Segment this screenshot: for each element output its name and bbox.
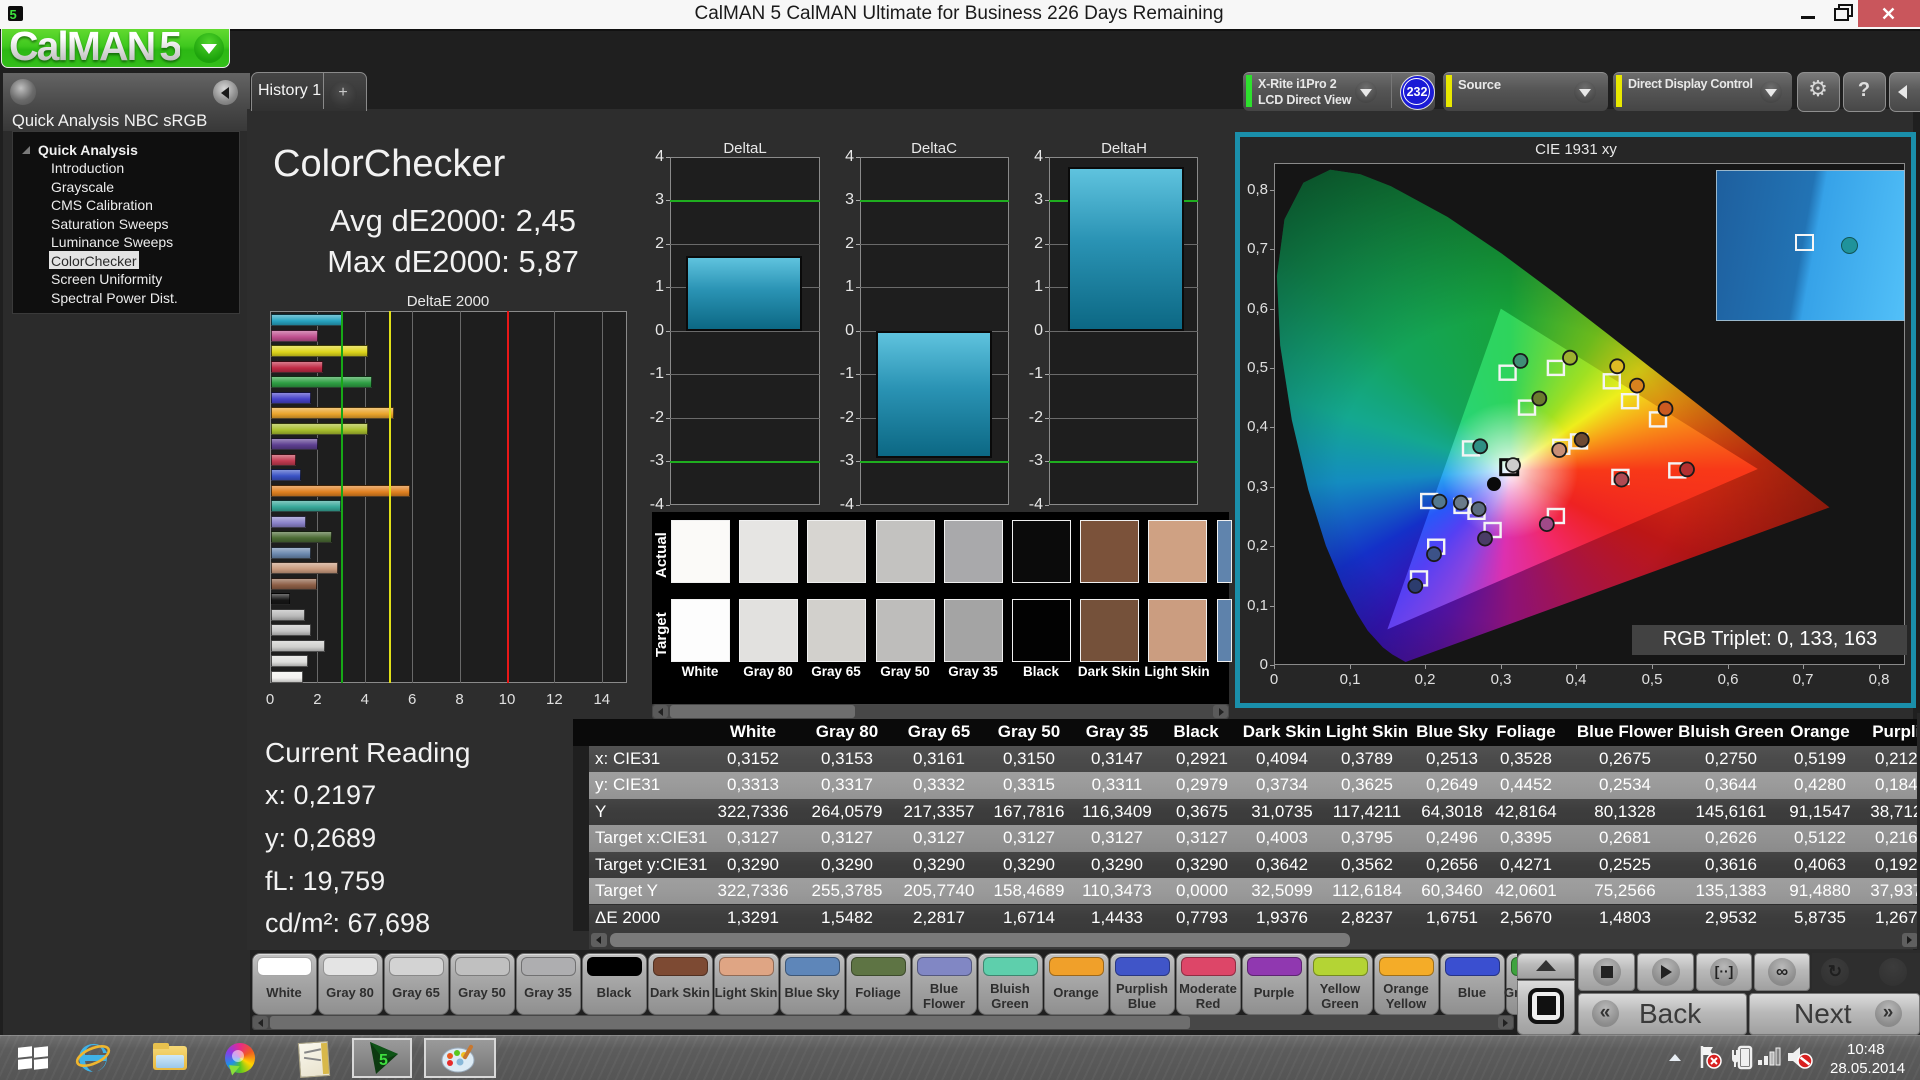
svg-text:5: 5 (379, 1052, 388, 1069)
